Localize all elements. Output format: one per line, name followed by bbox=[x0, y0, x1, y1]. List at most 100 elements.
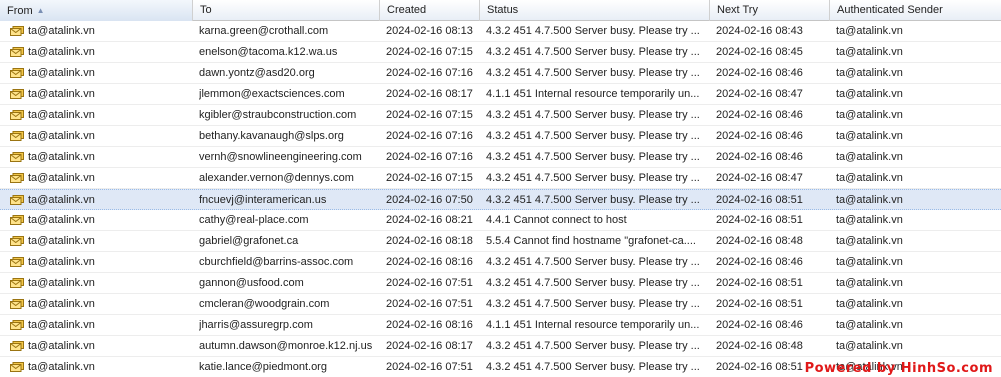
from-cell: ta@atalink.vn bbox=[10, 190, 192, 210]
column-header-label: From bbox=[7, 5, 33, 17]
mail-envelope-icon bbox=[10, 173, 24, 183]
created-cell: 2024-02-16 07:16 bbox=[386, 130, 473, 142]
from-text: ta@atalink.vn bbox=[28, 25, 95, 37]
column-header-created[interactable]: Created bbox=[380, 0, 480, 21]
column-header-authenticated-sender[interactable]: Authenticated Sender bbox=[830, 0, 1001, 21]
next-try-cell: 2024-02-16 08:46 bbox=[716, 319, 803, 331]
from-text: ta@atalink.vn bbox=[28, 319, 95, 331]
from-cell: ta@atalink.vn bbox=[10, 21, 192, 41]
status-cell: 4.3.2 451 4.7.500 Server busy. Please tr… bbox=[486, 46, 700, 58]
status-cell: 4.3.2 451 4.7.500 Server busy. Please tr… bbox=[486, 130, 700, 142]
auth-sender-cell: ta@atalink.vn bbox=[836, 46, 903, 58]
table-row[interactable]: ta@atalink.vn bethany.kavanaugh@slps.org 2… bbox=[0, 126, 1001, 147]
created-cell: 2024-02-16 07:15 bbox=[386, 46, 473, 58]
to-cell: cburchfield@barrins-assoc.com bbox=[199, 256, 354, 268]
next-try-cell: 2024-02-16 08:47 bbox=[716, 88, 803, 100]
status-cell: 4.3.2 451 4.7.500 Server busy. Please tr… bbox=[486, 172, 700, 184]
table-row[interactable]: ta@atalink.vn gannon@usfood.com 2024-02-16… bbox=[0, 273, 1001, 294]
table-row[interactable]: ta@atalink.vn cburchfield@barrins-assoc.c… bbox=[0, 252, 1001, 273]
table-row[interactable]: ta@atalink.vn cathy@real-place.com 2024-02… bbox=[0, 210, 1001, 231]
sort-ascending-icon: ▲ bbox=[36, 6, 45, 15]
mail-envelope-icon bbox=[10, 47, 24, 57]
column-header-status[interactable]: Status bbox=[480, 0, 710, 21]
created-cell: 2024-02-16 07:51 bbox=[386, 298, 473, 310]
status-cell: 4.3.2 451 4.7.500 Server busy. Please tr… bbox=[486, 25, 700, 37]
mail-envelope-icon bbox=[10, 26, 24, 36]
mail-envelope-icon bbox=[10, 362, 24, 372]
auth-sender-cell: ta@atalink.vn bbox=[836, 25, 903, 37]
auth-sender-cell: ta@atalink.vn bbox=[836, 340, 903, 352]
to-cell: gabriel@grafonet.ca bbox=[199, 235, 299, 247]
table-row[interactable]: ta@atalink.vn gabriel@grafonet.ca 2024-02-… bbox=[0, 231, 1001, 252]
auth-sender-cell: ta@atalink.vn bbox=[836, 88, 903, 100]
auth-sender-cell: ta@atalink.vn bbox=[836, 67, 903, 79]
status-cell: 4.4.1 Cannot connect to host bbox=[486, 214, 627, 226]
table-row[interactable]: ta@atalink.vn cmcleran@woodgrain.com 2024-… bbox=[0, 294, 1001, 315]
created-cell: 2024-02-16 07:50 bbox=[386, 194, 473, 206]
column-header-label: Next Try bbox=[717, 4, 758, 16]
status-cell: 4.3.2 451 4.7.500 Server busy. Please tr… bbox=[486, 298, 700, 310]
mail-envelope-icon bbox=[10, 110, 24, 120]
column-header-label: Created bbox=[387, 4, 427, 16]
from-text: ta@atalink.vn bbox=[28, 256, 95, 268]
table-row[interactable]: ta@atalink.vn karna.green@crothall.com 202… bbox=[0, 21, 1001, 42]
next-try-cell: 2024-02-16 08:43 bbox=[716, 25, 803, 37]
to-cell: kgibler@straubconstruction.com bbox=[199, 109, 357, 121]
next-try-cell: 2024-02-16 08:46 bbox=[716, 130, 803, 142]
to-cell: karna.green@crothall.com bbox=[199, 25, 329, 37]
status-cell: 4.3.2 451 4.7.500 Server busy. Please tr… bbox=[486, 277, 700, 289]
auth-sender-cell: ta@atalink.vn bbox=[836, 214, 903, 226]
status-cell: 4.3.2 451 4.7.500 Server busy. Please tr… bbox=[486, 109, 700, 121]
column-header-next-try[interactable]: Next Try bbox=[710, 0, 830, 21]
column-header-from[interactable]: From ▲ bbox=[0, 0, 193, 21]
created-cell: 2024-02-16 07:16 bbox=[386, 67, 473, 79]
from-text: ta@atalink.vn bbox=[28, 214, 95, 226]
created-cell: 2024-02-16 07:51 bbox=[386, 277, 473, 289]
to-cell: bethany.kavanaugh@slps.org bbox=[199, 130, 344, 142]
status-cell: 4.3.2 451 4.7.500 Server busy. Please tr… bbox=[486, 151, 700, 163]
from-text: ta@atalink.vn bbox=[28, 172, 95, 184]
created-cell: 2024-02-16 07:15 bbox=[386, 172, 473, 184]
table-row[interactable]: ta@atalink.vn fncuevj@interamerican.us 202… bbox=[0, 189, 1001, 210]
table-row[interactable]: ta@atalink.vn dawn.yontz@asd20.org 2024-02… bbox=[0, 63, 1001, 84]
created-cell: 2024-02-16 08:18 bbox=[386, 235, 473, 247]
from-cell: ta@atalink.vn bbox=[10, 147, 192, 167]
auth-sender-cell: ta@atalink.vn bbox=[836, 256, 903, 268]
from-cell: ta@atalink.vn bbox=[10, 336, 192, 356]
status-cell: 4.3.2 451 4.7.500 Server busy. Please tr… bbox=[486, 361, 700, 373]
from-text: ta@atalink.vn bbox=[28, 88, 95, 100]
auth-sender-cell: ta@atalink.vn bbox=[836, 172, 903, 184]
table-row[interactable]: ta@atalink.vn enelson@tacoma.k12.wa.us 202… bbox=[0, 42, 1001, 63]
next-try-cell: 2024-02-16 08:46 bbox=[716, 109, 803, 121]
from-cell: ta@atalink.vn bbox=[10, 63, 192, 83]
from-text: ta@atalink.vn bbox=[28, 235, 95, 247]
from-cell: ta@atalink.vn bbox=[10, 294, 192, 314]
grid-header: From ▲ To Created Status Next Try Authent… bbox=[0, 0, 1001, 21]
status-cell: 4.3.2 451 4.7.500 Server busy. Please tr… bbox=[486, 67, 700, 79]
column-header-label: Status bbox=[487, 4, 519, 16]
table-row[interactable]: ta@atalink.vn jharris@assuregrp.com 2024-0… bbox=[0, 315, 1001, 336]
created-cell: 2024-02-16 08:17 bbox=[386, 88, 473, 100]
table-row[interactable]: ta@atalink.vn kgibler@straubconstruction.… bbox=[0, 105, 1001, 126]
to-cell: jlemmon@exactsciences.com bbox=[199, 88, 345, 100]
to-cell: cathy@real-place.com bbox=[199, 214, 309, 226]
table-row[interactable]: ta@atalink.vn autumn.dawson@monroe.k12.nj… bbox=[0, 336, 1001, 357]
next-try-cell: 2024-02-16 08:48 bbox=[716, 340, 803, 352]
from-text: ta@atalink.vn bbox=[28, 151, 95, 163]
from-cell: ta@atalink.vn bbox=[10, 42, 192, 62]
from-text: ta@atalink.vn bbox=[28, 46, 95, 58]
to-cell: autumn.dawson@monroe.k12.nj.us bbox=[199, 340, 373, 352]
column-header-to[interactable]: To bbox=[193, 0, 380, 21]
table-row[interactable]: ta@atalink.vn jlemmon@exactsciences.com 20… bbox=[0, 84, 1001, 105]
from-text: ta@atalink.vn bbox=[28, 67, 95, 79]
next-try-cell: 2024-02-16 08:46 bbox=[716, 67, 803, 79]
next-try-cell: 2024-02-16 08:51 bbox=[716, 298, 803, 310]
to-cell: katie.lance@piedmont.org bbox=[199, 361, 327, 373]
table-row[interactable]: ta@atalink.vn vernh@snowlineengineering.c… bbox=[0, 147, 1001, 168]
mail-envelope-icon bbox=[10, 257, 24, 267]
to-cell: gannon@usfood.com bbox=[199, 277, 304, 289]
table-row[interactable]: ta@atalink.vn alexander.vernon@dennys.com… bbox=[0, 168, 1001, 189]
auth-sender-cell: ta@atalink.vn bbox=[836, 235, 903, 247]
from-text: ta@atalink.vn bbox=[28, 298, 95, 310]
mail-envelope-icon bbox=[10, 278, 24, 288]
